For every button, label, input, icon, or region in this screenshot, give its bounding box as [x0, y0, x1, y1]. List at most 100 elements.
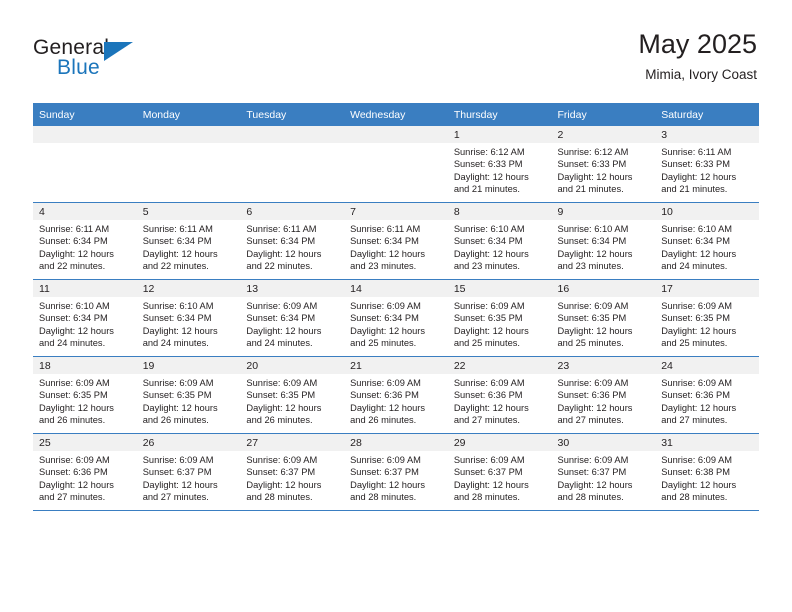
day-details: Sunrise: 6:09 AM Sunset: 6:36 PM Dayligh… — [33, 451, 137, 504]
sunrise-text: Sunrise: 6:11 AM — [350, 224, 421, 234]
weekday-header-wednesday: Wednesday — [344, 103, 448, 126]
daylight-text-line1: Daylight: 12 hours — [661, 248, 737, 259]
day-cell[interactable]: 16 Sunrise: 6:09 AM Sunset: 6:35 PM Dayl… — [551, 279, 656, 357]
daylight-text-line1: Daylight: 12 hours — [142, 325, 218, 336]
day-number — [344, 126, 448, 143]
sunset-text: Sunset: 6:34 PM — [142, 236, 212, 247]
day-cell[interactable]: 15 Sunrise: 6:09 AM Sunset: 6:35 PM Dayl… — [447, 279, 552, 357]
day-number — [240, 126, 345, 143]
day-cell[interactable]: 1 Sunrise: 6:12 AM Sunset: 6:33 PM Dayli… — [447, 126, 552, 203]
day-cell[interactable]: 25 Sunrise: 6:09 AM Sunset: 6:36 PM Dayl… — [33, 433, 137, 511]
day-details — [137, 143, 241, 146]
daylight-text-line1: Daylight: 12 hours — [661, 171, 737, 182]
daylight-text-line2: and 22 minutes. — [246, 261, 313, 272]
sunrise-text: Sunrise: 6:09 AM — [557, 378, 629, 388]
daylight-text-line1: Daylight: 12 hours — [350, 479, 426, 490]
page-subtitle: Mimia, Ivory Coast — [645, 67, 757, 82]
day-number: 22 — [447, 357, 552, 374]
day-cell[interactable]: 5 Sunrise: 6:11 AM Sunset: 6:34 PM Dayli… — [136, 202, 241, 280]
sunset-text: Sunset: 6:34 PM — [453, 236, 523, 247]
day-details: Sunrise: 6:09 AM Sunset: 6:34 PM Dayligh… — [344, 297, 448, 350]
day-cell[interactable]: 14 Sunrise: 6:09 AM Sunset: 6:34 PM Dayl… — [344, 279, 448, 357]
sunrise-text: Sunrise: 6:09 AM — [350, 455, 421, 465]
day-details: Sunrise: 6:09 AM Sunset: 6:36 PM Dayligh… — [344, 374, 448, 427]
day-cell[interactable]: 27 Sunrise: 6:09 AM Sunset: 6:37 PM Dayl… — [240, 433, 345, 511]
sunrise-text: Sunrise: 6:09 AM — [453, 455, 525, 465]
day-details: Sunrise: 6:09 AM Sunset: 6:37 PM Dayligh… — [552, 451, 656, 504]
sunrise-text: Sunrise: 6:10 AM — [453, 224, 525, 234]
day-details — [33, 143, 137, 146]
day-cell[interactable]: 3 Sunrise: 6:11 AM Sunset: 6:33 PM Dayli… — [655, 126, 759, 203]
day-details: Sunrise: 6:10 AM Sunset: 6:34 PM Dayligh… — [33, 297, 137, 350]
sunrise-text: Sunrise: 6:09 AM — [142, 455, 214, 465]
day-cell[interactable]: 8 Sunrise: 6:10 AM Sunset: 6:34 PM Dayli… — [447, 202, 552, 280]
calendar-table: Sunday Monday Tuesday Wednesday Thursday… — [33, 103, 759, 511]
sunrise-text: Sunrise: 6:11 AM — [661, 147, 732, 157]
day-cell[interactable]: 21 Sunrise: 6:09 AM Sunset: 6:36 PM Dayl… — [344, 356, 448, 434]
day-cell[interactable]: 20 Sunrise: 6:09 AM Sunset: 6:35 PM Dayl… — [240, 356, 345, 434]
day-cell[interactable]: 30 Sunrise: 6:09 AM Sunset: 6:37 PM Dayl… — [551, 433, 656, 511]
sunset-text: Sunset: 6:38 PM — [661, 467, 730, 478]
sunrise-text: Sunrise: 6:10 AM — [557, 224, 629, 234]
daylight-text-line2: and 23 minutes. — [350, 261, 417, 272]
day-cell[interactable]: 9 Sunrise: 6:10 AM Sunset: 6:34 PM Dayli… — [551, 202, 656, 280]
sunset-text: Sunset: 6:34 PM — [661, 236, 730, 247]
day-cell[interactable]: 12 Sunrise: 6:10 AM Sunset: 6:34 PM Dayl… — [136, 279, 241, 357]
day-cell[interactable]: 22 Sunrise: 6:09 AM Sunset: 6:36 PM Dayl… — [447, 356, 552, 434]
daylight-text-line1: Daylight: 12 hours — [246, 402, 322, 413]
day-cell[interactable]: 4 Sunrise: 6:11 AM Sunset: 6:34 PM Dayli… — [33, 202, 137, 280]
day-cell[interactable]: 31 Sunrise: 6:09 AM Sunset: 6:38 PM Dayl… — [655, 433, 759, 511]
day-details: Sunrise: 6:09 AM Sunset: 6:34 PM Dayligh… — [240, 297, 344, 350]
day-details: Sunrise: 6:09 AM Sunset: 6:36 PM Dayligh… — [552, 374, 656, 427]
sunrise-text: Sunrise: 6:09 AM — [350, 378, 421, 388]
sunrise-text: Sunrise: 6:09 AM — [246, 455, 318, 465]
day-cell[interactable]: 26 Sunrise: 6:09 AM Sunset: 6:37 PM Dayl… — [136, 433, 241, 511]
sunrise-text: Sunrise: 6:11 AM — [142, 224, 213, 234]
daylight-text-line2: and 21 minutes. — [453, 184, 520, 195]
sunrise-text: Sunrise: 6:09 AM — [350, 301, 421, 311]
day-cell[interactable]: 7 Sunrise: 6:11 AM Sunset: 6:34 PM Dayli… — [344, 202, 448, 280]
day-number: 6 — [240, 203, 345, 220]
daylight-text-line2: and 24 minutes. — [39, 338, 106, 349]
day-details — [344, 143, 448, 146]
sunset-text: Sunset: 6:33 PM — [453, 159, 523, 170]
day-cell[interactable]: 19 Sunrise: 6:09 AM Sunset: 6:35 PM Dayl… — [136, 356, 241, 434]
weekday-header-sunday: Sunday — [33, 103, 137, 126]
daylight-text-line1: Daylight: 12 hours — [557, 248, 633, 259]
day-details: Sunrise: 6:09 AM Sunset: 6:35 PM Dayligh… — [33, 374, 137, 427]
daylight-text-line2: and 28 minutes. — [661, 492, 728, 503]
daylight-text-line2: and 28 minutes. — [453, 492, 520, 503]
daylight-text-line2: and 24 minutes. — [246, 338, 313, 349]
week-row: 4 Sunrise: 6:11 AM Sunset: 6:34 PM Dayli… — [33, 202, 759, 280]
day-cell[interactable]: 17 Sunrise: 6:09 AM Sunset: 6:35 PM Dayl… — [655, 279, 759, 357]
daylight-text-line1: Daylight: 12 hours — [350, 325, 426, 336]
day-cell[interactable]: 2 Sunrise: 6:12 AM Sunset: 6:33 PM Dayli… — [551, 126, 656, 203]
daylight-text-line2: and 25 minutes. — [350, 338, 417, 349]
sunset-text: Sunset: 6:35 PM — [557, 313, 627, 324]
calendar-body: 1 Sunrise: 6:12 AM Sunset: 6:33 PM Dayli… — [33, 126, 759, 511]
day-number — [136, 126, 241, 143]
day-cell[interactable]: 11 Sunrise: 6:10 AM Sunset: 6:34 PM Dayl… — [33, 279, 137, 357]
day-cell[interactable]: 13 Sunrise: 6:09 AM Sunset: 6:34 PM Dayl… — [240, 279, 345, 357]
calendar-page: General Blue May 2025 Mimia, Ivory Coast… — [0, 0, 792, 612]
day-number: 13 — [240, 280, 345, 297]
day-cell[interactable]: 29 Sunrise: 6:09 AM Sunset: 6:37 PM Dayl… — [447, 433, 552, 511]
day-cell[interactable]: 28 Sunrise: 6:09 AM Sunset: 6:37 PM Dayl… — [344, 433, 448, 511]
day-cell[interactable]: 6 Sunrise: 6:11 AM Sunset: 6:34 PM Dayli… — [240, 202, 345, 280]
day-cell[interactable]: 24 Sunrise: 6:09 AM Sunset: 6:36 PM Dayl… — [655, 356, 759, 434]
day-number: 16 — [551, 280, 656, 297]
daylight-text-line1: Daylight: 12 hours — [350, 402, 426, 413]
sunset-text: Sunset: 6:36 PM — [661, 390, 730, 401]
day-cell[interactable]: 10 Sunrise: 6:10 AM Sunset: 6:34 PM Dayl… — [655, 202, 759, 280]
brand-logo[interactable]: General Blue — [33, 36, 223, 88]
sunset-text: Sunset: 6:35 PM — [661, 313, 730, 324]
daylight-text-line1: Daylight: 12 hours — [661, 479, 737, 490]
weekday-header-tuesday: Tuesday — [240, 103, 345, 126]
sunrise-text: Sunrise: 6:09 AM — [246, 301, 318, 311]
day-cell[interactable]: 23 Sunrise: 6:09 AM Sunset: 6:36 PM Dayl… — [551, 356, 656, 434]
day-details: Sunrise: 6:10 AM Sunset: 6:34 PM Dayligh… — [552, 220, 656, 273]
sunrise-text: Sunrise: 6:12 AM — [557, 147, 629, 157]
day-cell[interactable]: 18 Sunrise: 6:09 AM Sunset: 6:35 PM Dayl… — [33, 356, 137, 434]
daylight-text-line2: and 21 minutes. — [661, 184, 728, 195]
daylight-text-line2: and 26 minutes. — [39, 415, 106, 426]
